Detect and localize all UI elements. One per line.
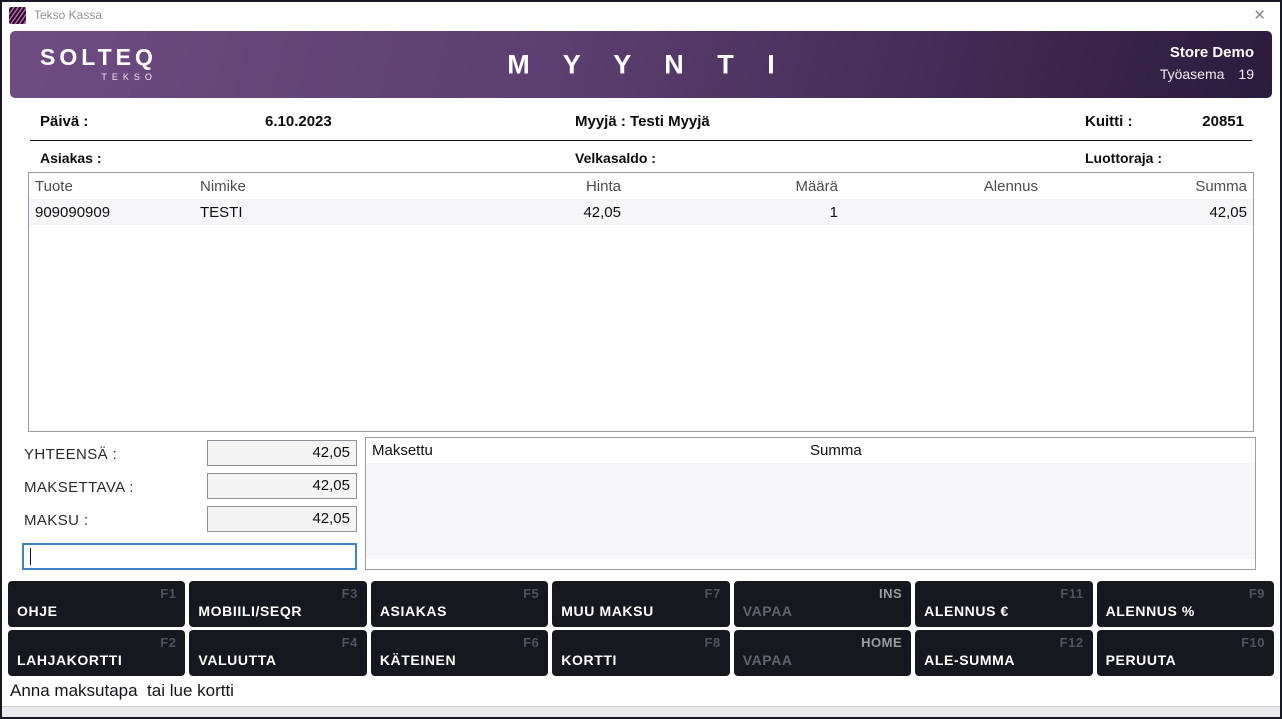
col-header-nimike: Nimike <box>194 173 459 199</box>
fkey-button-vapaa-ins: INS VAPAA <box>734 581 911 627</box>
sum-column-header: Summa <box>810 442 862 459</box>
fkey-label: OHJE <box>17 603 58 619</box>
fkey-button-kortti[interactable]: F8 KORTTI <box>552 630 729 676</box>
credit-label: Luottoraja : <box>1085 150 1162 166</box>
fkey-label: ALE-SUMMA <box>924 652 1015 668</box>
fkey-button-asiakas[interactable]: F5 ASIAKAS <box>371 581 548 627</box>
fkey-shortcut: F5 <box>523 586 539 601</box>
app-window: Tekso Kassa ✕ SOLTEQ TEKSO M Y Y N T I S… <box>0 0 1282 719</box>
receipt-number: 20851 <box>1202 113 1244 130</box>
cell-tuote: 909090909 <box>29 199 194 225</box>
items-table: Tuote Nimike Hinta Määrä Alennus Summa 9… <box>28 172 1254 432</box>
fkey-shortcut: F2 <box>160 635 176 650</box>
total-label: YHTEENSÄ : <box>24 446 117 463</box>
items-table-header: Tuote Nimike Hinta Määrä Alennus Summa <box>29 173 1253 199</box>
store-info: Store Demo Työasema 19 <box>1160 44 1254 82</box>
fkey-button-alennus-prosentti[interactable]: F9 ALENNUS % <box>1097 581 1274 627</box>
fkey-label: ALENNUS % <box>1106 603 1195 619</box>
fkey-shortcut: F10 <box>1241 635 1265 650</box>
workstation-label: Työasema <box>1160 66 1225 82</box>
fkey-button-mobiili-seqr[interactable]: F3 MOBIILI/SEQR <box>189 581 366 627</box>
window-titlebar: Tekso Kassa ✕ <box>2 2 1280 28</box>
fkey-label: ALENNUS € <box>924 603 1009 619</box>
customer-label: Asiakas : <box>40 150 101 166</box>
fkey-label: VAPAA <box>743 603 793 619</box>
fkey-label: MUU MAKSU <box>561 603 654 619</box>
cell-summa: 42,05 <box>1044 199 1253 225</box>
fkey-shortcut: INS <box>879 586 902 601</box>
fkey-button-alennus-euro[interactable]: F11 ALENNUS € <box>915 581 1092 627</box>
debt-label: Velkasaldo : <box>575 150 656 166</box>
app-icon <box>9 7 26 24</box>
fkey-label: PERUUTA <box>1106 652 1177 668</box>
fkey-shortcut: F4 <box>342 635 358 650</box>
col-header-hinta: Hinta <box>459 173 627 199</box>
fkey-label: LAHJAKORTTI <box>17 652 122 668</box>
fkey-shortcut: F8 <box>705 635 721 650</box>
store-name: Store Demo <box>1160 44 1254 61</box>
workstation-info: Työasema 19 <box>1160 66 1254 82</box>
payment-entry-input[interactable] <box>22 543 357 570</box>
payments-list-empty <box>366 463 1255 559</box>
fkey-button-valuutta[interactable]: F4 VALUUTTA <box>189 630 366 676</box>
date-label: Päivä : <box>40 113 88 130</box>
fkey-label: VALUUTTA <box>198 652 276 668</box>
fkey-shortcut: F1 <box>160 586 176 601</box>
close-icon[interactable]: ✕ <box>1253 8 1266 23</box>
cell-maara: 1 <box>627 199 844 225</box>
fkey-button-kateinen[interactable]: F6 KÄTEINEN <box>371 630 548 676</box>
fkey-button-peruuta[interactable]: F10 PERUUTA <box>1097 630 1274 676</box>
cell-alennus <box>844 199 1044 225</box>
fkey-shortcut: F7 <box>705 586 721 601</box>
fkey-label: ASIAKAS <box>380 603 447 619</box>
payable-label: MAKSETTAVA : <box>24 479 134 496</box>
text-cursor <box>30 548 31 565</box>
page-title: M Y Y N T I <box>10 49 1272 80</box>
payment-section: YHTEENSÄ : 42,05 MAKSETTAVA : 42,05 MAKS… <box>2 437 1280 570</box>
receipt-info-row: Päivä : 6.10.2023 Myyjä : Testi Myyjä Ku… <box>30 98 1252 141</box>
col-header-tuote: Tuote <box>29 173 194 199</box>
customer-info-row: Asiakas : Velkasaldo : Luottoraja : <box>30 141 1252 172</box>
total-value: 42,05 <box>207 440 357 466</box>
window-title: Tekso Kassa <box>34 8 102 22</box>
payment-label: MAKSU : <box>24 512 88 529</box>
fkey-button-vapaa-home: HOME VAPAA <box>734 630 911 676</box>
fkey-shortcut: F11 <box>1060 586 1083 601</box>
fkey-label: VAPAA <box>743 652 793 668</box>
fkey-label: MOBIILI/SEQR <box>198 603 302 619</box>
col-header-alennus: Alennus <box>844 173 1044 199</box>
cell-nimike: TESTI <box>194 199 459 225</box>
fkey-shortcut: F6 <box>523 635 539 650</box>
fkey-button-ale-summa[interactable]: F12 ALE-SUMMA <box>915 630 1092 676</box>
fkey-shortcut: F9 <box>1249 586 1265 601</box>
col-header-summa: Summa <box>1044 173 1253 199</box>
fkey-button-ohje[interactable]: F1 OHJE <box>8 581 185 627</box>
bottom-strip <box>2 706 1280 717</box>
col-header-maara: Määrä <box>627 173 844 199</box>
date-value: 6.10.2023 <box>265 113 332 130</box>
fkey-button-muu-maksu[interactable]: F7 MUU MAKSU <box>552 581 729 627</box>
payments-panel: Maksettu Summa <box>365 437 1256 570</box>
payment-value: 42,05 <box>207 506 357 532</box>
table-row[interactable]: 909090909 TESTI 42,05 1 42,05 <box>29 199 1253 225</box>
fkey-shortcut: HOME <box>861 635 902 650</box>
workstation-number: 19 <box>1238 66 1254 82</box>
status-message: Anna maksutapa tai lue kortti <box>2 676 1280 706</box>
cell-hinta: 42,05 <box>459 199 627 225</box>
seller-info: Myyjä : Testi Myyjä <box>575 113 710 130</box>
paid-column-header: Maksettu <box>372 442 433 459</box>
receipt-label: Kuitti : <box>1085 113 1132 130</box>
fkey-shortcut: F3 <box>342 586 358 601</box>
payable-value: 42,05 <box>207 473 357 499</box>
function-key-grid: F1 OHJE F3 MOBIILI/SEQR F5 ASIAKAS F7 MU… <box>8 581 1274 676</box>
fkey-label: KORTTI <box>561 652 617 668</box>
header-banner: SOLTEQ TEKSO M Y Y N T I Store Demo Työa… <box>10 31 1272 98</box>
fkey-shortcut: F12 <box>1060 635 1084 650</box>
fkey-label: KÄTEINEN <box>380 652 456 668</box>
fkey-button-lahjakortti[interactable]: F2 LAHJAKORTTI <box>8 630 185 676</box>
